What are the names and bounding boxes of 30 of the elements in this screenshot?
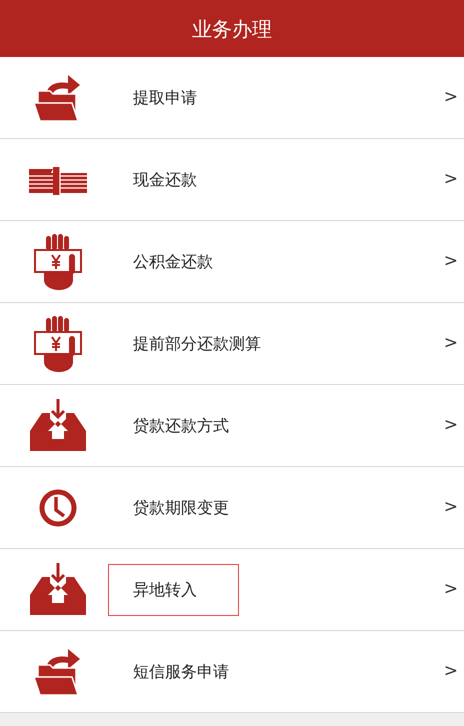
chevron: >	[444, 578, 458, 601]
item-label: 现金还款	[132, 168, 197, 190]
menu-item[interactable]: 公积金还款 >	[0, 221, 464, 303]
item-label: 贷款期限变更	[132, 496, 229, 518]
page-title: 业务办理	[192, 16, 272, 42]
chevron: >	[444, 332, 458, 355]
chevron: >	[444, 86, 458, 109]
item-label: 异地转入	[108, 564, 239, 616]
chevron: >	[444, 496, 458, 519]
item-label: 短信服务申请	[132, 660, 229, 682]
item-label: 提取申请	[132, 86, 197, 108]
inbox-download-icon	[28, 398, 88, 452]
chevron: >	[444, 250, 458, 273]
menu-item[interactable]: 异地转入 >	[0, 549, 464, 631]
item-label: 提前部分还款测算	[132, 332, 261, 354]
item-label: 公积金还款	[132, 250, 213, 272]
inbox-download-icon	[28, 562, 88, 616]
menu-item[interactable]: 提取申请 >	[0, 57, 464, 139]
item-label: 贷款还款方式	[132, 414, 229, 436]
clock-icon	[38, 488, 78, 528]
menu-item[interactable]: 提前部分还款测算 >	[0, 303, 464, 385]
menu-item[interactable]: 贷款还款方式 >	[0, 385, 464, 467]
hand-money-icon	[33, 316, 83, 372]
chevron: >	[444, 660, 458, 683]
cash-icon	[27, 164, 89, 194]
hand-money-icon	[33, 234, 83, 290]
menu-item[interactable]: 贷款期限变更 >	[0, 467, 464, 549]
chevron: >	[444, 168, 458, 191]
menu-item[interactable]: 现金还款 >	[0, 139, 464, 221]
chevron: >	[444, 414, 458, 437]
